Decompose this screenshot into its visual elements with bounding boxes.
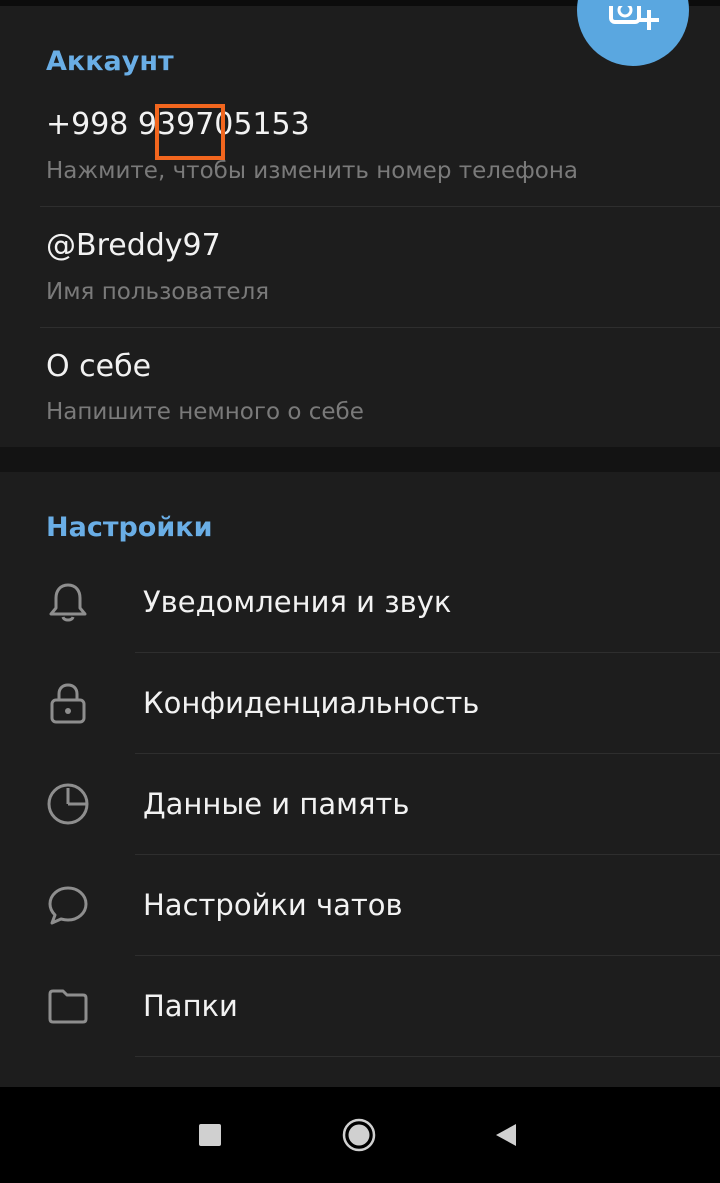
menu-item-chat-settings[interactable]: Настройки чатов [0, 855, 720, 955]
menu-item-notifications[interactable]: Уведомления и звук [0, 552, 720, 652]
add-photo-button[interactable] [577, 0, 689, 66]
username: @Breddy97 [46, 228, 221, 263]
bio-hint: Напишите немного о себе [46, 399, 364, 425]
menu-label: Настройки чатов [143, 888, 403, 922]
home-circle-icon [342, 1118, 376, 1152]
lock-icon [50, 683, 86, 724]
divider [40, 327, 720, 328]
menu-item-privacy[interactable]: Конфиденциальность [0, 653, 720, 753]
account-header: Аккаунт [46, 46, 174, 77]
menu-label: Данные и память [143, 787, 410, 821]
settings-header: Настройки [46, 512, 213, 543]
folder-icon [48, 989, 88, 1024]
account-section: Аккаунт +998 939705153 Нажмите, чтобы из… [0, 0, 720, 447]
menu-label: Уведомления и звук [143, 585, 452, 619]
highlight-box [155, 104, 225, 160]
settings-section: Настройки Уведомления и звук Конфиденциа… [0, 472, 720, 1087]
back-button[interactable] [494, 1123, 518, 1147]
system-navbar [0, 1087, 720, 1183]
username-hint: Имя пользователя [46, 279, 270, 305]
bell-icon [49, 583, 87, 622]
menu-label: Конфиденциальность [143, 686, 480, 720]
divider [135, 1056, 720, 1057]
phone-hint: Нажмите, чтобы изменить номер телефона [46, 158, 579, 184]
menu-label: Папки [143, 989, 238, 1023]
home-button[interactable] [342, 1118, 376, 1152]
back-triangle-icon [496, 1124, 516, 1146]
settings-screen: Аккаунт +998 939705153 Нажмите, чтобы из… [0, 0, 720, 1183]
add-photo-icon [609, 6, 659, 30]
recents-button[interactable] [199, 1124, 221, 1146]
clock-icon [47, 783, 89, 825]
menu-item-folders[interactable]: Папки [0, 956, 720, 1056]
menu-item-data-storage[interactable]: Данные и память [0, 754, 720, 854]
bio-title: О себе [46, 349, 152, 384]
divider [40, 206, 720, 207]
chat-bubble-icon [48, 886, 88, 925]
